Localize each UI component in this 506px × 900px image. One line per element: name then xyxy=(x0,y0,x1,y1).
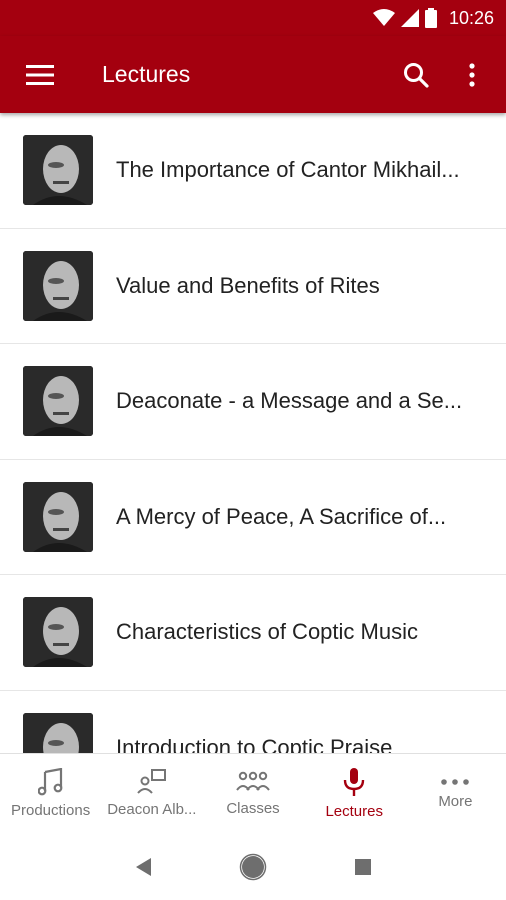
nav-label: Productions xyxy=(10,802,91,819)
nav-productions[interactable]: Productions xyxy=(0,754,101,833)
lecture-thumbnail xyxy=(23,712,93,753)
system-navigation-bar xyxy=(0,833,506,900)
status-icons: 10:26 xyxy=(372,7,494,29)
nav-label: Lectures xyxy=(325,803,383,820)
page-title: Lectures xyxy=(102,61,191,87)
lecture-item[interactable]: Characteristics of Coptic Music xyxy=(0,575,506,691)
home-icon[interactable] xyxy=(239,853,267,881)
status-bar: 10:26 xyxy=(0,0,506,36)
bottom-navigation: Productions Deacon Alb... Classes Lectur… xyxy=(0,753,506,833)
lecture-thumbnail xyxy=(23,597,93,668)
deacon-album-icon xyxy=(137,769,166,794)
lecture-title: Characteristics of Coptic Music xyxy=(116,619,418,645)
lecture-item[interactable]: Introduction to Coptic Praise xyxy=(0,691,506,753)
more-vert-icon xyxy=(469,62,475,87)
lecture-title: The Importance of Cantor Mikhail... xyxy=(116,157,460,183)
nav-classes[interactable]: Classes xyxy=(202,754,303,833)
battery-icon xyxy=(424,8,437,28)
music-note-icon xyxy=(37,768,62,796)
lecture-thumbnail xyxy=(23,250,93,321)
nav-label: Deacon Alb... xyxy=(107,801,197,818)
nav-label: Classes xyxy=(226,800,280,817)
lecture-thumbnail xyxy=(23,366,93,437)
lecture-title: Deaconate - a Message and a Se... xyxy=(116,388,463,414)
microphone-icon xyxy=(344,768,365,796)
status-time: 10:26 xyxy=(448,7,494,28)
nav-deacon-album[interactable]: Deacon Alb... xyxy=(101,754,202,833)
overflow-menu-button[interactable] xyxy=(444,36,500,113)
search-icon xyxy=(404,62,429,88)
lecture-title: A Mercy of Peace, A Sacrifice of... xyxy=(116,503,447,529)
nav-lectures[interactable]: Lectures xyxy=(304,754,405,833)
lecture-thumbnail xyxy=(23,135,93,206)
lecture-item[interactable]: A Mercy of Peace, A Sacrifice of... xyxy=(0,460,506,575)
lecture-title: Introduction to Coptic Praise xyxy=(116,734,393,753)
wifi-icon xyxy=(372,9,395,26)
classes-icon xyxy=(236,771,270,791)
nav-label: More xyxy=(438,793,473,810)
menu-icon xyxy=(26,64,54,85)
lecture-item[interactable]: Deaconate - a Message and a Se... xyxy=(0,344,506,460)
search-button[interactable] xyxy=(388,36,444,113)
lecture-item[interactable]: The Importance of Cantor Mikhail... xyxy=(0,113,506,229)
more-horiz-icon xyxy=(441,779,470,785)
lecture-title: Value and Benefits of Rites xyxy=(116,272,380,298)
back-icon[interactable] xyxy=(133,856,153,878)
menu-button[interactable] xyxy=(0,36,80,113)
lecture-thumbnail xyxy=(23,481,93,552)
recents-icon[interactable] xyxy=(353,857,373,877)
signal-icon xyxy=(400,9,419,27)
nav-more[interactable]: More xyxy=(405,754,506,833)
lecture-item[interactable]: Value and Benefits of Rites xyxy=(0,229,506,344)
app-bar: Lectures xyxy=(0,36,506,113)
lecture-list[interactable]: The Importance of Cantor Mikhail... Valu… xyxy=(0,113,506,753)
